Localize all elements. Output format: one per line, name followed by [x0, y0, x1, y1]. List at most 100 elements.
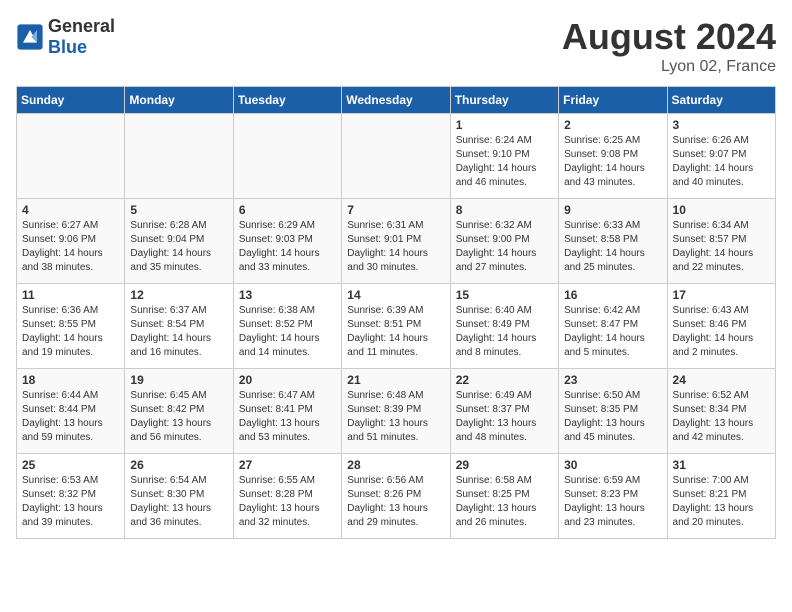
day-number: 13: [239, 288, 336, 302]
day-number: 25: [22, 458, 119, 472]
calendar-week-2: 4Sunrise: 6:27 AM Sunset: 9:06 PM Daylig…: [17, 199, 776, 284]
calendar-cell: 24 Sunrise: 6:52 AM Sunset: 8:34 PM Dayli…: [667, 369, 775, 454]
calendar-table: SundayMondayTuesdayWednesdayThursdayFrid…: [16, 86, 776, 539]
logo: General Blue: [16, 16, 115, 58]
day-number: 31: [673, 458, 770, 472]
day-header-sunday: Sunday: [17, 87, 125, 114]
calendar-location: Lyon 02, France: [562, 58, 776, 76]
calendar-title: August 2024: [562, 16, 776, 58]
day-number: 10: [673, 203, 770, 217]
day-info: Sunrise: 6:53 AM Sunset: 8:32 PM Dayligh…: [22, 474, 119, 530]
day-info: Sunrise: 6:43 AM Sunset: 8:46 PM Dayligh…: [673, 304, 770, 360]
day-info: Sunrise: 6:48 AM Sunset: 8:39 PM Dayligh…: [347, 389, 444, 445]
calendar-cell: 18 Sunrise: 6:44 AM Sunset: 8:44 PM Dayli…: [17, 369, 125, 454]
calendar-cell: 5 Sunrise: 6:28 AM Sunset: 9:04 PM Daylig…: [125, 199, 233, 284]
day-info: Sunrise: 6:33 AM Sunset: 8:58 PM Dayligh…: [564, 219, 661, 275]
calendar-cell: 23 Sunrise: 6:50 AM Sunset: 8:35 PM Dayli…: [559, 369, 667, 454]
day-number: 3: [673, 118, 770, 132]
day-number: 11: [22, 288, 119, 302]
day-info: Sunrise: 6:25 AM Sunset: 9:08 PM Dayligh…: [564, 134, 661, 190]
calendar-cell: 13 Sunrise: 6:38 AM Sunset: 8:52 PM Dayli…: [233, 284, 341, 369]
day-info: Sunrise: 6:52 AM Sunset: 8:34 PM Dayligh…: [673, 389, 770, 445]
day-number: 1: [456, 118, 553, 132]
day-info: Sunrise: 6:37 AM Sunset: 8:54 PM Dayligh…: [130, 304, 227, 360]
day-number: 14: [347, 288, 444, 302]
day-number: 2: [564, 118, 661, 132]
calendar-cell: 11 Sunrise: 6:36 AM Sunset: 8:55 PM Dayli…: [17, 284, 125, 369]
calendar-cell: 21 Sunrise: 6:48 AM Sunset: 8:39 PM Dayli…: [342, 369, 450, 454]
calendar-cell: 12 Sunrise: 6:37 AM Sunset: 8:54 PM Dayli…: [125, 284, 233, 369]
day-number: 18: [22, 373, 119, 387]
calendar-cell: [342, 114, 450, 199]
day-number: 7: [347, 203, 444, 217]
day-header-monday: Monday: [125, 87, 233, 114]
day-info: Sunrise: 6:45 AM Sunset: 8:42 PM Dayligh…: [130, 389, 227, 445]
day-header-friday: Friday: [559, 87, 667, 114]
calendar-cell: 6Sunrise: 6:29 AM Sunset: 9:03 PM Daylig…: [233, 199, 341, 284]
day-info: Sunrise: 6:32 AM Sunset: 9:00 PM Dayligh…: [456, 219, 553, 275]
day-info: Sunrise: 6:38 AM Sunset: 8:52 PM Dayligh…: [239, 304, 336, 360]
day-info: Sunrise: 6:55 AM Sunset: 8:28 PM Dayligh…: [239, 474, 336, 530]
day-info: Sunrise: 6:47 AM Sunset: 8:41 PM Dayligh…: [239, 389, 336, 445]
day-info: Sunrise: 6:24 AM Sunset: 9:10 PM Dayligh…: [456, 134, 553, 190]
logo-text: General Blue: [48, 16, 115, 58]
day-info: Sunrise: 6:40 AM Sunset: 8:49 PM Dayligh…: [456, 304, 553, 360]
calendar-cell: 15 Sunrise: 6:40 AM Sunset: 8:49 PM Dayli…: [450, 284, 558, 369]
day-number: 12: [130, 288, 227, 302]
calendar-cell: [125, 114, 233, 199]
calendar-cell: 31 Sunrise: 7:00 AM Sunset: 8:21 PM Dayli…: [667, 454, 775, 539]
day-number: 26: [130, 458, 227, 472]
day-info: Sunrise: 6:39 AM Sunset: 8:51 PM Dayligh…: [347, 304, 444, 360]
day-number: 5: [130, 203, 227, 217]
calendar-week-1: 1 Sunrise: 6:24 AM Sunset: 9:10 PM Daylig…: [17, 114, 776, 199]
day-info: Sunrise: 6:56 AM Sunset: 8:26 PM Dayligh…: [347, 474, 444, 530]
calendar-cell: [233, 114, 341, 199]
calendar-cell: 28 Sunrise: 6:56 AM Sunset: 8:26 PM Dayli…: [342, 454, 450, 539]
day-number: 27: [239, 458, 336, 472]
calendar-cell: 1 Sunrise: 6:24 AM Sunset: 9:10 PM Daylig…: [450, 114, 558, 199]
day-number: 9: [564, 203, 661, 217]
calendar-cell: 9 Sunrise: 6:33 AM Sunset: 8:58 PM Daylig…: [559, 199, 667, 284]
day-info: Sunrise: 6:28 AM Sunset: 9:04 PM Dayligh…: [130, 219, 227, 275]
calendar-cell: 7 Sunrise: 6:31 AM Sunset: 9:01 PM Daylig…: [342, 199, 450, 284]
day-number: 4: [22, 203, 119, 217]
calendar-cell: 25 Sunrise: 6:53 AM Sunset: 8:32 PM Dayli…: [17, 454, 125, 539]
day-info: Sunrise: 6:29 AM Sunset: 9:03 PM Dayligh…: [239, 219, 336, 275]
calendar-cell: 8 Sunrise: 6:32 AM Sunset: 9:00 PM Daylig…: [450, 199, 558, 284]
day-info: Sunrise: 6:50 AM Sunset: 8:35 PM Dayligh…: [564, 389, 661, 445]
day-number: 15: [456, 288, 553, 302]
day-number: 28: [347, 458, 444, 472]
day-info: Sunrise: 6:54 AM Sunset: 8:30 PM Dayligh…: [130, 474, 227, 530]
day-number: 16: [564, 288, 661, 302]
day-info: Sunrise: 6:42 AM Sunset: 8:47 PM Dayligh…: [564, 304, 661, 360]
calendar-cell: 2 Sunrise: 6:25 AM Sunset: 9:08 PM Daylig…: [559, 114, 667, 199]
calendar-cell: 14 Sunrise: 6:39 AM Sunset: 8:51 PM Dayli…: [342, 284, 450, 369]
day-number: 23: [564, 373, 661, 387]
day-number: 24: [673, 373, 770, 387]
calendar-cell: 30Sunrise: 6:59 AM Sunset: 8:23 PM Dayli…: [559, 454, 667, 539]
day-info: Sunrise: 7:00 AM Sunset: 8:21 PM Dayligh…: [673, 474, 770, 530]
day-header-thursday: Thursday: [450, 87, 558, 114]
calendar-cell: 22Sunrise: 6:49 AM Sunset: 8:37 PM Dayli…: [450, 369, 558, 454]
day-info: Sunrise: 6:44 AM Sunset: 8:44 PM Dayligh…: [22, 389, 119, 445]
day-info: Sunrise: 6:34 AM Sunset: 8:57 PM Dayligh…: [673, 219, 770, 275]
day-number: 17: [673, 288, 770, 302]
day-info: Sunrise: 6:31 AM Sunset: 9:01 PM Dayligh…: [347, 219, 444, 275]
logo-icon: [16, 23, 44, 51]
day-info: Sunrise: 6:36 AM Sunset: 8:55 PM Dayligh…: [22, 304, 119, 360]
day-number: 21: [347, 373, 444, 387]
day-number: 8: [456, 203, 553, 217]
calendar-week-3: 11 Sunrise: 6:36 AM Sunset: 8:55 PM Dayli…: [17, 284, 776, 369]
calendar-cell: 3Sunrise: 6:26 AM Sunset: 9:07 PM Daylig…: [667, 114, 775, 199]
calendar-cell: 20 Sunrise: 6:47 AM Sunset: 8:41 PM Dayli…: [233, 369, 341, 454]
day-number: 29: [456, 458, 553, 472]
calendar-cell: 29Sunrise: 6:58 AM Sunset: 8:25 PM Dayli…: [450, 454, 558, 539]
day-number: 20: [239, 373, 336, 387]
calendar-header-row: SundayMondayTuesdayWednesdayThursdayFrid…: [17, 87, 776, 114]
day-number: 19: [130, 373, 227, 387]
day-header-saturday: Saturday: [667, 87, 775, 114]
calendar-week-4: 18 Sunrise: 6:44 AM Sunset: 8:44 PM Dayli…: [17, 369, 776, 454]
day-header-tuesday: Tuesday: [233, 87, 341, 114]
calendar-cell: 16 Sunrise: 6:42 AM Sunset: 8:47 PM Dayli…: [559, 284, 667, 369]
day-info: Sunrise: 6:49 AM Sunset: 8:37 PM Dayligh…: [456, 389, 553, 445]
